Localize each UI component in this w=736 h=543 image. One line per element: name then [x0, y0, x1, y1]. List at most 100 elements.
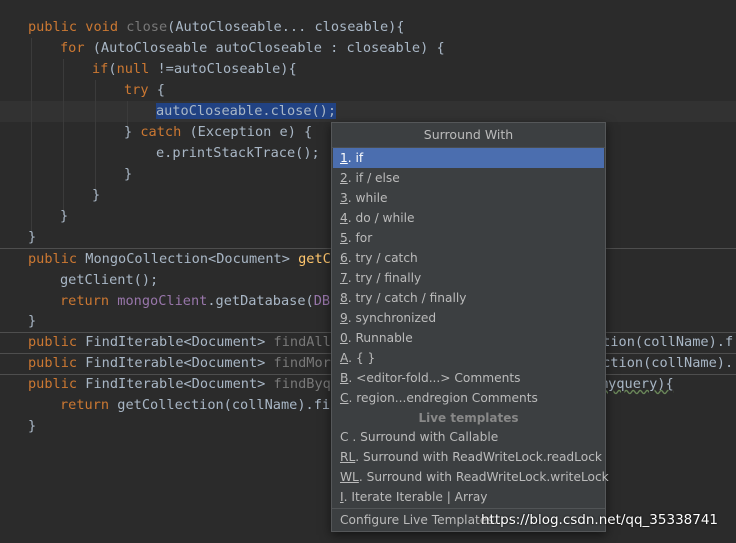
code-line-3[interactable]: if(null !=autoCloseable){ — [0, 59, 736, 80]
menu-item-region[interactable]: C. region...endregion Comments — [333, 388, 604, 408]
code-text: MongoCollection<Document> — [77, 251, 299, 267]
menu-item-label: . if / else — [347, 171, 400, 185]
mnemonic: 2 — [340, 171, 348, 185]
watermark: https://blog.csdn.net/qq_35338741 — [481, 512, 719, 528]
code-text: } — [28, 418, 37, 434]
menu-item-do-while[interactable]: 4. do / while — [333, 208, 604, 228]
code-text: (AutoCloseable... closeable){ — [167, 19, 405, 35]
code-text: } — [92, 187, 101, 203]
code-text: } — [60, 208, 69, 224]
menu-item-label: . while — [347, 191, 388, 205]
keyword: if — [92, 61, 109, 77]
keyword: public — [28, 355, 78, 371]
keyword: return — [60, 397, 110, 413]
live-templates-header: Live templates — [418, 411, 519, 425]
code-line-2[interactable]: for (AutoCloseable autoCloseable : close… — [0, 38, 736, 59]
menu-item-runnable[interactable]: 0. Runnable — [333, 328, 604, 348]
popup-divider — [332, 508, 605, 509]
code-text: ( — [108, 61, 117, 77]
menu-item-callable[interactable]: C . Surround with Callable — [333, 427, 604, 447]
menu-item-label: . if — [347, 151, 364, 165]
mnemonic: 8 — [340, 291, 348, 305]
field-name: mongoClient — [117, 293, 208, 309]
code-text: } — [28, 313, 37, 329]
mnemonic: 3 — [340, 191, 348, 205]
code-text: } — [124, 124, 141, 140]
mnemonic: 4 — [340, 211, 348, 225]
menu-item-try-catch-finally[interactable]: 8. try / catch / finally — [333, 288, 604, 308]
code-line-5[interactable]: autoCloseable.close(); — [0, 101, 736, 122]
menu-item-editor-fold[interactable]: B. <editor-fold...> Comments — [333, 368, 604, 388]
mnemonic: 1 — [340, 151, 348, 165]
code-text: ection(collName). — [594, 355, 734, 371]
keyword: public — [28, 334, 78, 350]
menu-item-label: . for — [347, 231, 373, 245]
menu-item-label: . synchronized — [347, 311, 437, 325]
keyword: try — [124, 82, 149, 98]
code-text: getClient(); — [60, 272, 159, 288]
menu-item-braces[interactable]: A. { } — [333, 348, 604, 368]
menu-item-writelock[interactable]: WL. Surround with ReadWriteLock.writeLoc… — [333, 467, 609, 487]
code-line-4[interactable]: try { — [0, 80, 736, 101]
keyword: catch — [140, 124, 182, 140]
menu-item-try-catch[interactable]: 6. try / catch — [333, 248, 604, 268]
mnemonic: RL — [340, 450, 356, 464]
menu-item-label: . try / catch / finally — [347, 291, 467, 305]
mnemonic: 5 — [340, 231, 348, 245]
mnemonic: A — [340, 351, 349, 365]
method-name: close — [126, 19, 168, 35]
menu-item-label: . Runnable — [347, 331, 413, 345]
keyword: for — [60, 40, 85, 56]
menu-item-label: . Surround with ReadWriteLock.writeLock — [358, 470, 609, 484]
keyword: public — [28, 376, 78, 392]
menu-item-label: . region...endregion Comments — [348, 391, 538, 405]
mnemonic: 7 — [340, 271, 348, 285]
keyword: return — [60, 293, 110, 309]
mnemonic: 9 — [340, 311, 348, 325]
keyword: void — [85, 19, 119, 35]
menu-item-label: C . Surround with Callable — [340, 430, 499, 444]
code-text: !=autoCloseable){ — [149, 61, 297, 77]
menu-item-synchronized[interactable]: 9. synchronized — [333, 308, 604, 328]
code-text: } — [124, 166, 133, 182]
mnemonic: C — [340, 391, 349, 405]
popup-title: Surround With — [332, 123, 605, 148]
method-name: findByqu — [273, 376, 340, 392]
menu-item-for[interactable]: 5. for — [333, 228, 604, 248]
code-text: .getDatabase( — [207, 293, 314, 309]
code-text: FindIterable<Document> — [77, 334, 274, 350]
menu-item-if-else[interactable]: 2. if / else — [333, 168, 604, 188]
code-text: FindIterable<Document> — [77, 376, 274, 392]
mnemonic: 6 — [340, 251, 348, 265]
code-text: getCollection(collName).fin — [109, 397, 339, 413]
menu-item-while[interactable]: 3. while — [333, 188, 604, 208]
menu-item-label: . try / catch — [347, 251, 418, 265]
code-text: e.printStackTrace(); — [156, 145, 320, 161]
method-name: findAll( — [273, 334, 340, 350]
code-text: (Exception e) { — [181, 124, 313, 140]
code-text: } — [28, 229, 37, 245]
menu-item-label: . { } — [348, 351, 376, 365]
keyword: null — [116, 61, 150, 77]
surround-with-popup[interactable]: Surround With 1. if 2. if / else 3. whil… — [331, 122, 609, 532]
menu-item-iterate[interactable]: I. Iterate Iterable | Array — [333, 487, 604, 507]
mnemonic: 0 — [340, 331, 348, 345]
selected-code[interactable]: autoCloseable.close(); — [156, 103, 337, 119]
code-text: myquery){ — [600, 376, 674, 392]
menu-item-label: . <editor-fold...> Comments — [348, 371, 521, 385]
method-name: findMore — [273, 355, 340, 371]
code-text: FindIterable<Document> — [77, 355, 274, 371]
menu-item-label: . Surround with ReadWriteLock.readLock — [355, 450, 602, 464]
keyword: public — [28, 19, 78, 35]
menu-item-try-finally[interactable]: 7. try / finally — [333, 268, 604, 288]
menu-item-label: . try / finally — [347, 271, 422, 285]
code-text: ction(collName).f — [594, 334, 734, 350]
menu-item-label: . Iterate Iterable | Array — [343, 490, 488, 504]
menu-item-readlock[interactable]: RL. Surround with ReadWriteLock.readLock — [333, 447, 604, 467]
menu-item-if[interactable]: 1. if — [333, 148, 604, 168]
code-text: { — [148, 82, 165, 98]
code-text: (AutoCloseable autoCloseable : closeable… — [84, 40, 445, 56]
menu-item-label: . do / while — [347, 211, 415, 225]
mnemonic: WL — [340, 470, 359, 484]
code-line-1[interactable]: public void close(AutoCloseable... close… — [0, 17, 736, 38]
